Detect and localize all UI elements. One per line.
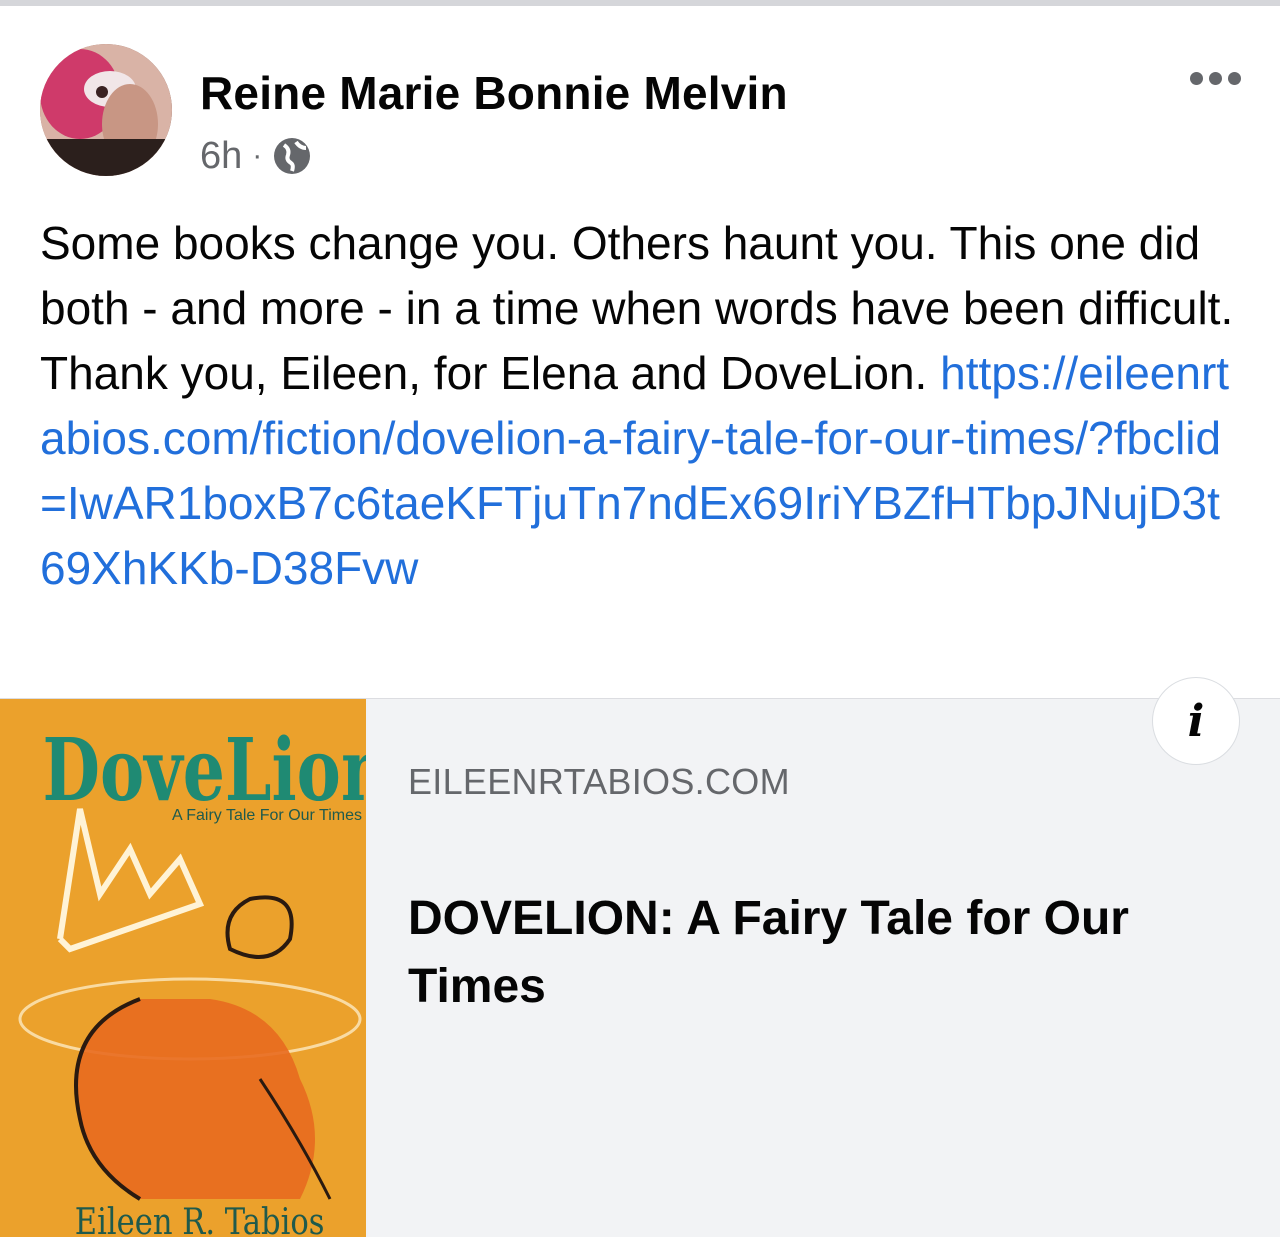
cover-subtitle: A Fairy Tale For Our Times: [172, 807, 362, 824]
avatar-photo: [40, 44, 172, 176]
link-domain: EILEENRTABIOS.COM: [408, 761, 790, 802]
link-card-body[interactable]: EILEENRTABIOS.COM DOVELION: A Fairy Tale…: [368, 699, 1280, 1237]
info-icon[interactable]: i: [1152, 677, 1240, 765]
post-meta: 6h ·: [200, 134, 312, 178]
dot-icon: [1227, 71, 1241, 85]
cover-author: Eileen R. Tabios: [75, 1201, 325, 1237]
book-cover-art: DoveLion A Fairy Tale For Our Times Eile…: [0, 699, 366, 1237]
meta-separator: ·: [252, 139, 263, 172]
more-options-icon[interactable]: [1180, 58, 1250, 98]
dot-icon: [1208, 71, 1222, 85]
book-cover-thumbnail[interactable]: DoveLion A Fairy Tale For Our Times Eile…: [0, 699, 366, 1237]
post-body: Some books change you. Others haunt you.…: [40, 211, 1240, 601]
globe-icon[interactable]: [272, 136, 312, 176]
link-title[interactable]: DOVELION: A Fairy Tale for Our Times: [408, 885, 1228, 1021]
avatar[interactable]: [40, 44, 172, 176]
link-preview-card[interactable]: DoveLion A Fairy Tale For Our Times Eile…: [0, 677, 1280, 1237]
feed-post: Reine Marie Bonnie Melvin 6h · Some book…: [0, 6, 1280, 1237]
author-name[interactable]: Reine Marie Bonnie Melvin: [200, 66, 788, 120]
post-time[interactable]: 6h: [200, 135, 242, 178]
dot-icon: [1189, 71, 1203, 85]
